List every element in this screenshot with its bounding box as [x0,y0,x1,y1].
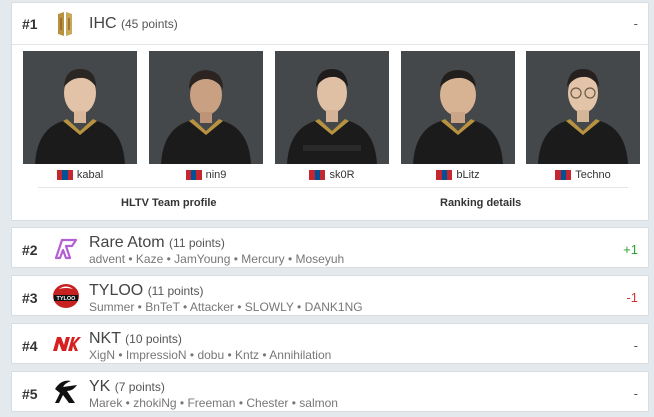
player-name[interactable]: sk0R [329,169,354,181]
player-photo[interactable] [401,51,515,164]
roster-player[interactable]: salmon [299,396,338,410]
team-header[interactable]: #1 IHC (45 points) - [12,3,648,45]
ranking-details-link[interactable]: Ranking details [440,197,521,209]
roster-list: Summer • BnTeT • Attacker • SLOWLY • DAN… [89,300,363,314]
mongolia-flag-icon [555,170,572,180]
roster-player[interactable]: ImpressioN [126,348,187,362]
team-name: NKT (10 points) [89,330,182,348]
roster-player[interactable]: Freeman [187,396,235,410]
divider [38,187,628,188]
team-card-ihc: #1 IHC (45 points) - kabal nin9 sk0R bLi… [11,2,649,221]
mongolia-flag-icon [436,170,453,180]
team-name-text[interactable]: TYLOO [89,282,143,299]
player-name[interactable]: bLitz [456,169,479,181]
team-card-rare-atom[interactable]: #2 Rare Atom (11 points) advent • Kaze •… [11,227,649,268]
rank-position: #4 [22,338,38,354]
roster-player[interactable]: Chester [246,396,288,410]
roster-player[interactable]: BnTeT [145,300,179,314]
rank-change: - [633,338,638,353]
roster-player[interactable]: Annihilation [269,348,331,362]
roster-player[interactable]: zhokiNg [133,396,176,410]
nkt-logo-icon [53,337,81,351]
ihc-logo-icon [58,12,72,36]
player-photo[interactable] [149,51,263,164]
roster-player[interactable]: dobu [197,348,224,362]
roster-player[interactable]: Kaze [136,252,163,266]
player-nin9[interactable]: nin9 [149,51,263,186]
roster-player[interactable]: Kntz [235,348,259,362]
rank-change: -1 [626,290,638,305]
team-name-text[interactable]: YK [89,378,110,395]
player-sk0r[interactable]: sk0R [275,51,389,186]
team-card-tyloo[interactable]: #3 TYLOO TYLOO (11 points) Summer • BnTe… [11,275,649,316]
roster-player[interactable]: Summer [89,300,134,314]
rank-position: #1 [22,16,38,32]
player-techno[interactable]: Techno [526,51,640,186]
roster-player[interactable]: advent [89,252,125,266]
team-name: YK (7 points) [89,378,165,396]
roster-player[interactable]: XigN [89,348,115,362]
roster-list: XigN • ImpressioN • dobu • Kntz • Annihi… [89,348,332,362]
roster-player[interactable]: DANK1NG [305,300,363,314]
roster-player[interactable]: SLOWLY [245,300,294,314]
player-photo[interactable] [275,51,389,164]
team-name-text[interactable]: Rare Atom [89,234,165,251]
rank-position: #3 [22,290,38,306]
rank-change: +1 [623,242,638,257]
svg-text:TYLOO: TYLOO [57,296,77,302]
roster-player[interactable]: Moseyuh [296,252,345,266]
player-photo[interactable] [526,51,640,164]
player-photo[interactable] [23,51,137,164]
tyloo-logo-icon: TYLOO [53,284,79,308]
mongolia-flag-icon [309,170,326,180]
roster-player[interactable]: Attacker [190,300,234,314]
team-card-yk[interactable]: #5 YK (7 points) Marek • zhokiNg • Freem… [11,371,649,412]
rank-position: #2 [22,242,38,258]
team-points: (7 points) [114,380,165,394]
team-name: IHC (45 points) [89,15,178,33]
player-name[interactable]: kabal [77,169,103,181]
rank-change: - [633,386,638,401]
roster-list: advent • Kaze • JamYoung • Mercury • Mos… [89,252,345,266]
team-points: (11 points) [147,284,204,298]
team-name-text[interactable]: IHC [89,15,117,32]
player-name[interactable]: nin9 [206,169,227,181]
roster-list: Marek • zhokiNg • Freeman • Chester • sa… [89,396,338,410]
team-name: TYLOO (11 points) [89,282,204,300]
player-blitz[interactable]: bLitz [401,51,515,186]
player-name[interactable]: Techno [575,169,610,181]
team-profile-link[interactable]: HLTV Team profile [121,197,217,209]
roster-player[interactable]: JamYoung [174,252,230,266]
team-points: (10 points) [125,332,182,346]
team-points: (45 points) [121,17,178,31]
player-kabal[interactable]: kabal [23,51,137,186]
yk-logo-icon [55,380,77,403]
team-name-text[interactable]: NKT [89,330,121,347]
roster-player[interactable]: Mercury [241,252,284,266]
rank-change: - [633,16,638,31]
rank-position: #5 [22,386,38,402]
roster-player[interactable]: Marek [89,396,122,410]
rare-atom-logo-icon [54,238,78,260]
team-name: Rare Atom (11 points) [89,234,225,252]
team-points: (11 points) [169,236,225,250]
team-card-nkt[interactable]: #4 NKT (10 points) XigN • ImpressioN • d… [11,323,649,364]
mongolia-flag-icon [56,170,73,180]
mongolia-flag-icon [185,170,202,180]
